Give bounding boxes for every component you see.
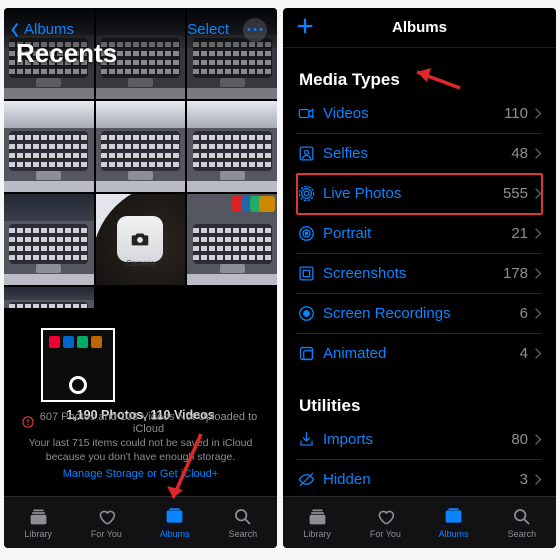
import-icon xyxy=(297,430,323,449)
foryou-icon xyxy=(95,506,118,527)
album-row-hidden[interactable]: Hidden3 xyxy=(297,460,542,500)
animated-icon xyxy=(297,344,323,363)
live-icon xyxy=(297,184,323,203)
camera-app-label: Camera xyxy=(126,259,154,268)
search-icon xyxy=(510,506,533,527)
page-title: Recents xyxy=(16,38,117,69)
photo-thumb[interactable] xyxy=(4,194,94,285)
foryou-icon xyxy=(374,506,397,527)
album-row-label: Portrait xyxy=(323,225,511,242)
album-row-portrait[interactable]: Portrait21 xyxy=(297,214,542,254)
photo-thumb[interactable] xyxy=(96,101,186,192)
right-title: Albums xyxy=(392,19,447,36)
album-row-animated[interactable]: Animated4 xyxy=(297,334,542,374)
album-row-label: Live Photos xyxy=(323,185,503,202)
tab-search[interactable]: Search xyxy=(209,497,277,548)
warning-headline: 607 Photos and 108 Videos Not Uploaded t… xyxy=(38,411,259,435)
chevron-right-icon xyxy=(534,187,542,200)
album-row-label: Animated xyxy=(323,345,520,362)
album-row-rec[interactable]: Screen Recordings6 xyxy=(297,294,542,334)
album-row-video[interactable]: Videos110 xyxy=(297,94,542,134)
section-utilities: Utilities xyxy=(297,374,542,420)
album-row-count: 6 xyxy=(520,305,528,322)
tab-search[interactable]: Search xyxy=(488,497,556,548)
chevron-right-icon xyxy=(534,227,542,240)
search-icon xyxy=(231,506,254,527)
back-button[interactable]: Albums xyxy=(10,21,74,38)
album-row-count: 110 xyxy=(504,105,528,122)
warning-body: Your last 715 items could not be saved i… xyxy=(22,437,259,464)
section-media-types: Media Types xyxy=(297,48,542,94)
photo-thumb[interactable] xyxy=(187,194,277,285)
album-row-label: Screen Recordings xyxy=(323,305,520,322)
album-row-count: 21 xyxy=(511,225,528,242)
albums-icon xyxy=(163,506,186,527)
select-button[interactable]: Select xyxy=(187,21,229,38)
chevron-right-icon xyxy=(534,107,542,120)
album-row-count: 80 xyxy=(511,431,528,448)
album-row-label: Imports xyxy=(323,431,511,448)
right-header: Albums xyxy=(283,8,556,48)
album-row-selfie[interactable]: Selfies48 xyxy=(297,134,542,174)
tab-foryou[interactable]: For You xyxy=(351,497,419,548)
ellipsis-icon xyxy=(247,27,263,32)
album-row-screenshot[interactable]: Screenshots178 xyxy=(297,254,542,294)
tab-foryou[interactable]: For You xyxy=(72,497,140,548)
album-row-import[interactable]: Imports80 xyxy=(297,420,542,460)
chevron-right-icon xyxy=(534,473,542,486)
hidden-icon xyxy=(297,470,323,489)
albums-icon xyxy=(442,506,465,527)
rec-icon xyxy=(297,304,323,323)
add-button[interactable] xyxy=(295,16,315,41)
library-icon xyxy=(306,506,329,527)
album-row-count: 555 xyxy=(503,185,528,202)
chevron-right-icon xyxy=(534,147,542,160)
portrait-icon xyxy=(297,224,323,243)
album-row-label: Hidden xyxy=(323,471,520,488)
chevron-left-icon xyxy=(10,22,20,38)
album-row-count: 3 xyxy=(520,471,528,488)
chevron-right-icon xyxy=(534,433,542,446)
video-icon xyxy=(297,104,323,123)
album-row-live[interactable]: Live Photos555 xyxy=(297,174,542,214)
selected-photo-thumb[interactable] xyxy=(41,328,115,402)
tab-library[interactable]: Library xyxy=(283,497,351,548)
chevron-right-icon xyxy=(534,347,542,360)
library-icon xyxy=(27,506,50,527)
photo-thumb[interactable] xyxy=(4,101,94,192)
album-row-count: 48 xyxy=(511,145,528,162)
tab-library[interactable]: Library xyxy=(4,497,72,548)
phone-left: Camera Albums Select Recents 1, xyxy=(4,8,277,548)
chevron-right-icon xyxy=(534,307,542,320)
photo-thumb[interactable] xyxy=(187,101,277,192)
tab-bar: Library For You Albums Search xyxy=(4,496,277,548)
icloud-warning: 607 Photos and 108 Videos Not Uploaded t… xyxy=(4,411,277,479)
album-row-label: Selfies xyxy=(323,145,511,162)
album-row-label: Screenshots xyxy=(323,265,503,282)
phone-right: Albums Media Types Videos110Selfies48Liv… xyxy=(283,8,556,548)
tab-bar: Library For You Albums Search xyxy=(283,496,556,548)
screenshot-icon xyxy=(297,264,323,283)
camera-app-icon xyxy=(117,216,163,262)
album-row-count: 178 xyxy=(503,265,528,282)
more-button[interactable] xyxy=(243,18,267,42)
album-row-label: Videos xyxy=(323,105,504,122)
warning-icon xyxy=(22,416,34,431)
manage-storage-link[interactable]: Manage Storage or Get iCloud+ xyxy=(22,468,259,480)
photo-thumb-camera-app[interactable]: Camera xyxy=(96,194,186,285)
album-row-count: 4 xyxy=(520,345,528,362)
selfie-icon xyxy=(297,144,323,163)
tab-albums[interactable]: Albums xyxy=(141,497,209,548)
albums-list[interactable]: Media Types Videos110Selfies48Live Photo… xyxy=(283,48,556,548)
plus-icon xyxy=(295,16,315,36)
back-label: Albums xyxy=(24,21,74,38)
chevron-right-icon xyxy=(534,267,542,280)
tab-albums[interactable]: Albums xyxy=(420,497,488,548)
